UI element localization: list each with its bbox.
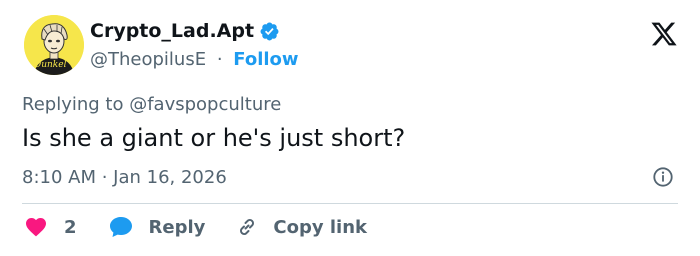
reply-label: Reply bbox=[148, 216, 206, 238]
replying-to[interactable]: Replying to @favspopculture bbox=[22, 94, 281, 115]
tweet-text: Is she a giant or he's just short? bbox=[22, 124, 406, 152]
avatar[interactable]: Dunkel bbox=[24, 15, 84, 75]
x-logo-icon[interactable] bbox=[650, 20, 678, 48]
tweet-actions: 2 Reply Copy link bbox=[24, 215, 367, 239]
author-handle[interactable]: @TheopilusE bbox=[90, 49, 206, 70]
separator-dot: · bbox=[216, 49, 223, 70]
tweet-timestamp[interactable]: 8:10 AM · Jan 16, 2026 bbox=[22, 167, 227, 188]
author-name-row: Crypto_Lad.Apt bbox=[90, 20, 280, 42]
copy-link-label: Copy link bbox=[273, 216, 367, 238]
copy-link-button[interactable]: Copy link bbox=[235, 215, 367, 239]
info-icon[interactable] bbox=[652, 166, 674, 188]
divider bbox=[22, 203, 678, 204]
author-name[interactable]: Crypto_Lad.Apt bbox=[90, 20, 254, 42]
author-handle-row: @TheopilusE · Follow bbox=[90, 49, 299, 70]
like-count: 2 bbox=[64, 216, 77, 238]
like-button[interactable]: 2 bbox=[24, 215, 77, 239]
avatar-logo-text: Dunkel bbox=[34, 60, 67, 70]
link-icon bbox=[240, 219, 255, 235]
reply-button[interactable]: Reply bbox=[108, 215, 206, 239]
speech-bubble-icon bbox=[109, 217, 132, 237]
follow-button[interactable]: Follow bbox=[233, 49, 298, 70]
heart-icon bbox=[26, 218, 46, 237]
verified-badge-icon bbox=[260, 22, 279, 40]
